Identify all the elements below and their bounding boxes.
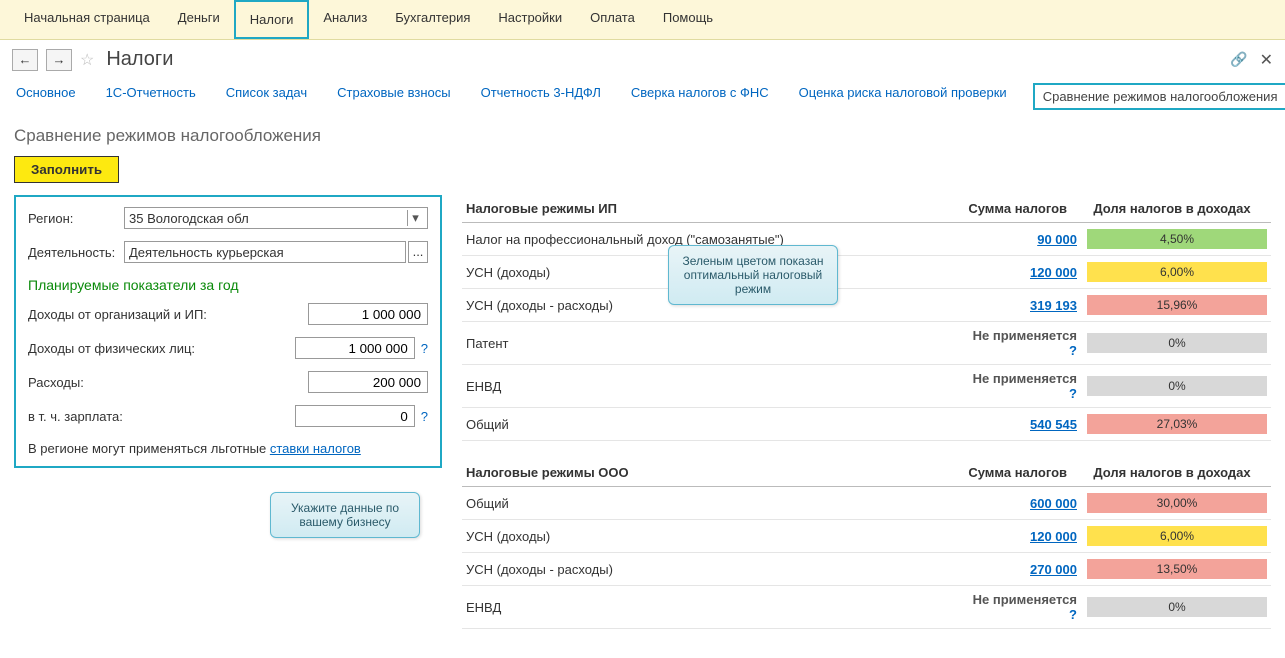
subnav-item[interactable]: Отчетность 3-НДФЛ	[477, 83, 605, 110]
footnote: В регионе могут применяться льготные ста…	[28, 441, 428, 456]
tax-rates-link[interactable]: ставки налогов	[270, 441, 361, 456]
tax-row: УСН (доходы)120 0006,00%	[462, 256, 1271, 289]
share-bar: 0%	[1087, 597, 1267, 617]
subnav-item[interactable]: 1С-Отчетность	[102, 83, 200, 110]
income-org-input[interactable]	[308, 303, 428, 325]
tax-sum-link[interactable]: 270 000	[947, 562, 1077, 577]
activity-label: Деятельность:	[28, 245, 124, 260]
share-bar: 0%	[1087, 376, 1267, 396]
back-button[interactable]: ←	[12, 49, 38, 71]
topnav-item[interactable]: Начальная страница	[10, 0, 164, 39]
ooo-header-row: Налоговые режимы ООО Сумма налогов Доля …	[462, 459, 1271, 487]
share-bar: 0%	[1087, 333, 1267, 353]
tax-sum-link[interactable]: 120 000	[947, 265, 1077, 280]
tax-sum-link[interactable]: 600 000	[947, 496, 1077, 511]
income-phys-input[interactable]	[295, 337, 415, 359]
header-row: ← → ☆ Налоги 🔗 ✕	[0, 40, 1285, 79]
share-bar: 4,50%	[1087, 229, 1267, 249]
page-title: Налоги	[106, 48, 173, 71]
star-icon[interactable]: ☆	[80, 50, 94, 70]
topnav-item[interactable]: Анализ	[309, 0, 381, 39]
activity-browse-button[interactable]: ...	[408, 241, 428, 263]
share-bar: 6,00%	[1087, 526, 1267, 546]
tax-row: ПатентНе применяется?0%	[462, 322, 1271, 365]
tax-row: УСН (доходы - расходы)270 00013,50%	[462, 553, 1271, 586]
close-icon[interactable]: ✕	[1260, 50, 1273, 70]
results-panel: Налоговые режимы ИП Сумма налогов Доля н…	[462, 195, 1271, 629]
tax-row: Налог на профессиональный доход ("самоза…	[462, 223, 1271, 256]
region-select[interactable]: 35 Вологодская обл ▾	[124, 207, 428, 229]
tax-sum-link[interactable]: 540 545	[947, 417, 1077, 432]
tax-sum-link[interactable]: 319 193	[947, 298, 1077, 313]
topnav-item[interactable]: Бухгалтерия	[381, 0, 484, 39]
ooo-rows: Общий600 00030,00%УСН (доходы)120 0006,0…	[462, 487, 1271, 629]
subnav-item[interactable]: Сравнение режимов налогообложения	[1033, 83, 1285, 110]
link-icon[interactable]: 🔗	[1230, 51, 1247, 68]
callout-optimal: Зеленым цветом показан оптимальный налог…	[668, 245, 838, 305]
sub-nav: Основное 1С-Отчетность Список задач Страхов…	[0, 79, 1285, 118]
tax-row: ЕНВДНе применяется?0%	[462, 586, 1271, 629]
help-icon[interactable]: ?	[421, 341, 428, 356]
plan-heading: Планируемые показатели за год	[28, 277, 428, 293]
subnav-item[interactable]: Основное	[12, 83, 80, 110]
topnav-item[interactable]: Помощь	[649, 0, 727, 39]
expenses-input[interactable]	[308, 371, 428, 393]
share-bar: 13,50%	[1087, 559, 1267, 579]
tax-row: УСН (доходы)120 0006,00%	[462, 520, 1271, 553]
help-icon[interactable]: ?	[421, 409, 428, 424]
tax-row: УСН (доходы - расходы)319 19315,96%	[462, 289, 1271, 322]
section-title: Сравнение режимов налогообложения	[0, 118, 1285, 150]
help-icon[interactable]: ?	[1069, 343, 1077, 358]
chevron-down-icon[interactable]: ▾	[407, 210, 423, 226]
region-label: Регион:	[28, 211, 124, 226]
callout-inputs: Укажите данные по вашему бизнесу	[270, 492, 420, 538]
topnav-item[interactable]: Деньги	[164, 0, 234, 39]
topnav-item[interactable]: Налоги	[234, 0, 310, 39]
fill-button[interactable]: Заполнить	[14, 156, 119, 183]
tax-row: Общий600 00030,00%	[462, 487, 1271, 520]
subnav-item[interactable]: Страховые взносы	[333, 83, 454, 110]
top-nav: Начальная страницаДеньгиНалогиАнализБухг…	[0, 0, 1285, 40]
share-bar: 6,00%	[1087, 262, 1267, 282]
share-bar: 30,00%	[1087, 493, 1267, 513]
activity-select[interactable]: Деятельность курьерская	[124, 241, 406, 263]
topnav-item[interactable]: Оплата	[576, 0, 649, 39]
salary-label: в т. ч. зарплата:	[28, 409, 224, 424]
income-phys-label: Доходы от физических лиц:	[28, 341, 224, 356]
help-icon[interactable]: ?	[1069, 607, 1077, 622]
subnav-item[interactable]: Сверка налогов с ФНС	[627, 83, 773, 110]
inputs-panel: Регион: 35 Вологодская обл ▾ Деятельност…	[14, 195, 442, 468]
forward-button[interactable]: →	[46, 49, 72, 71]
ip-rows: Налог на профессиональный доход ("самоза…	[462, 223, 1271, 441]
subnav-item[interactable]: Оценка риска налоговой проверки	[795, 83, 1011, 110]
share-bar: 15,96%	[1087, 295, 1267, 315]
help-icon[interactable]: ?	[1069, 386, 1077, 401]
tax-sum-link[interactable]: 120 000	[947, 529, 1077, 544]
share-bar: 27,03%	[1087, 414, 1267, 434]
income-org-label: Доходы от организаций и ИП:	[28, 307, 224, 322]
tax-row: ЕНВДНе применяется?0%	[462, 365, 1271, 408]
subnav-item[interactable]: Список задач	[222, 83, 311, 110]
ip-header-row: Налоговые режимы ИП Сумма налогов Доля н…	[462, 195, 1271, 223]
tax-sum-link[interactable]: 90 000	[947, 232, 1077, 247]
tax-row: Общий540 54527,03%	[462, 408, 1271, 441]
topnav-item[interactable]: Настройки	[484, 0, 576, 39]
expenses-label: Расходы:	[28, 375, 224, 390]
salary-input[interactable]	[295, 405, 415, 427]
